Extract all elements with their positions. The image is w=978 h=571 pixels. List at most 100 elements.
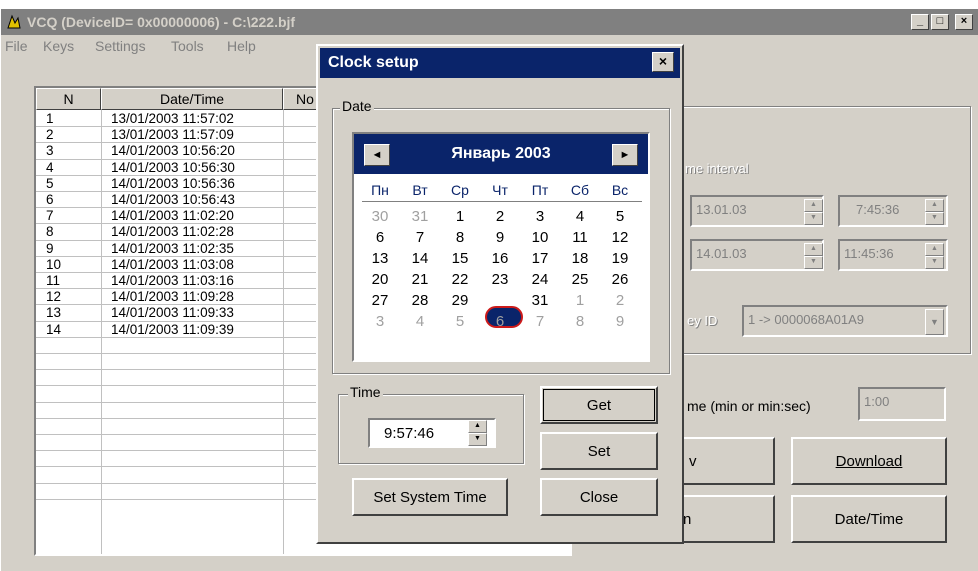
calendar-day[interactable]: 21 [402, 271, 438, 288]
calendar-day[interactable]: 13 [362, 250, 398, 267]
calendar-day[interactable]: 29 [442, 292, 478, 309]
list-cell-datetime[interactable]: 14/01/2003 11:09:33 [111, 306, 234, 320]
minimize-button[interactable]: _ [911, 14, 929, 30]
calendar-day[interactable]: 3 [522, 208, 558, 225]
calendar-day[interactable]: 8 [442, 229, 478, 246]
list-cell-datetime[interactable]: 14/01/2003 11:09:28 [111, 290, 234, 304]
menu-file[interactable]: File [5, 38, 28, 54]
dialog-title-bar[interactable]: Clock setup [320, 48, 680, 78]
list-cell-n[interactable]: 9 [46, 241, 54, 256]
to-date-spinner[interactable]: ▲ ▼ [804, 243, 823, 269]
list-cell-n[interactable]: 4 [46, 160, 54, 175]
calendar-day[interactable]: 1 [562, 292, 598, 309]
download-button[interactable]: Download [791, 437, 947, 485]
datetime-button[interactable]: Date/Time [791, 495, 947, 543]
calendar-prev-icon[interactable]: ◄ [364, 144, 390, 166]
calendar-day[interactable]: 20 [362, 271, 398, 288]
menu-settings[interactable]: Settings [95, 38, 146, 54]
list-cell-datetime[interactable]: 14/01/2003 11:09:39 [111, 322, 234, 337]
calendar-day[interactable]: 9 [602, 313, 638, 330]
calendar-day[interactable]: 5 [442, 313, 478, 330]
list-cell-n[interactable]: 13 [46, 306, 61, 320]
calendar-day[interactable]: 3 [362, 313, 398, 330]
calendar-day[interactable]: 8 [562, 313, 598, 330]
calendar-day[interactable]: 22 [442, 271, 478, 288]
calendar-day-selected[interactable]: 30 [482, 292, 518, 309]
set-system-time-button[interactable]: Set System Time [352, 478, 508, 516]
calendar-day[interactable]: 28 [402, 292, 438, 309]
month-calendar[interactable]: Январь 2003 ◄ ► Пн Вт Ср Чт Пт Сб Вс 30 31 1 2 3 4 5… [352, 132, 650, 362]
calendar-next-icon[interactable]: ► [612, 144, 638, 166]
list-cell-datetime[interactable]: 13/01/2003 11:57:09 [111, 128, 234, 142]
menu-keys[interactable]: Keys [43, 38, 74, 54]
calendar-day[interactable]: 4 [562, 208, 598, 225]
calendar-day[interactable]: 24 [522, 271, 558, 288]
list-cell-n[interactable]: 2 [46, 128, 54, 142]
calendar-day[interactable]: 25 [562, 271, 598, 288]
set-button[interactable]: Set [540, 432, 658, 470]
calendar-day[interactable]: 4 [402, 313, 438, 330]
list-cell-n[interactable]: 11 [46, 274, 60, 288]
list-cell-datetime[interactable]: 14/01/2003 10:56:30 [111, 160, 235, 175]
get-button[interactable]: Get [540, 386, 658, 424]
list-cell-n[interactable]: 8 [46, 225, 54, 239]
calendar-day[interactable]: 30 [362, 208, 398, 225]
key-id-select[interactable]: 1 -> 0000068A01A9 [742, 305, 948, 337]
calendar-day[interactable]: 14 [402, 250, 438, 267]
dialog-close-icon[interactable]: × [652, 52, 674, 72]
calendar-day[interactable]: 23 [482, 271, 518, 288]
calendar-day[interactable]: 19 [602, 250, 638, 267]
calendar-day[interactable]: 7 [522, 313, 558, 330]
main-title-bar[interactable]: VCQ (DeviceID= 0x00000006) - C:\222.bjf [1, 9, 978, 35]
list-cell-n[interactable]: 10 [46, 257, 61, 272]
list-cell-datetime[interactable]: 14/01/2003 11:03:08 [111, 257, 234, 272]
list-cell-datetime[interactable]: 14/01/2003 11:02:35 [111, 241, 234, 256]
time-spinner[interactable]: ▲ ▼ [468, 420, 487, 446]
calendar-day[interactable]: 12 [602, 229, 638, 246]
calendar-day[interactable]: 27 [362, 292, 398, 309]
calendar-day[interactable]: 26 [602, 271, 638, 288]
list-cell-datetime[interactable]: 14/01/2003 11:03:16 [111, 274, 234, 288]
calendar-day[interactable]: 9 [482, 229, 518, 246]
list-cell-n[interactable]: 14 [46, 322, 61, 337]
key-id-dropdown-arrow[interactable]: ▼ [925, 309, 944, 335]
menu-help[interactable]: Help [227, 38, 256, 54]
close-window-button[interactable]: × [955, 14, 973, 30]
list-cell-n[interactable]: 12 [46, 290, 61, 304]
calendar-day[interactable]: 16 [482, 250, 518, 267]
list-cell-datetime[interactable]: 14/01/2003 11:02:28 [111, 225, 234, 239]
to-time-spinner[interactable]: ▲ ▼ [925, 243, 944, 269]
close-button[interactable]: Close [540, 478, 658, 516]
calendar-day[interactable]: 1 [442, 208, 478, 225]
calendar-day[interactable]: 15 [442, 250, 478, 267]
calendar-day[interactable]: 31 [522, 292, 558, 309]
menu-tools[interactable]: Tools [171, 38, 204, 54]
list-cell-n[interactable]: 1 [46, 112, 54, 126]
list-cell-n[interactable]: 5 [46, 176, 54, 191]
calendar-day[interactable]: 2 [602, 292, 638, 309]
list-cell-datetime[interactable]: 14/01/2003 10:56:36 [111, 176, 235, 191]
calendar-day[interactable]: 18 [562, 250, 598, 267]
calendar-day[interactable]: 31 [402, 208, 438, 225]
calendar-month-label[interactable]: Январь 2003 [451, 145, 550, 162]
list-cell-datetime[interactable]: 13/01/2003 11:57:02 [111, 112, 234, 126]
from-time-spinner[interactable]: ▲ ▼ [925, 199, 944, 225]
list-cell-n[interactable]: 7 [46, 209, 54, 223]
maximize-button[interactable]: □ [931, 14, 949, 30]
from-date-spinner[interactable]: ▲ ▼ [804, 199, 823, 225]
list-cell-datetime[interactable]: 14/01/2003 10:56:43 [111, 193, 235, 207]
list-cell-datetime[interactable]: 14/01/2003 11:02:20 [111, 209, 234, 223]
calendar-day[interactable]: 2 [482, 208, 518, 225]
calendar-day[interactable]: 7 [402, 229, 438, 246]
calendar-day[interactable]: 6 [482, 313, 518, 330]
calendar-day[interactable]: 10 [522, 229, 558, 246]
column-header-datetime[interactable]: Date/Time [101, 88, 283, 110]
duration-field[interactable]: 1:00 [858, 387, 946, 421]
list-cell-datetime[interactable]: 14/01/2003 10:56:20 [111, 144, 235, 158]
list-cell-n[interactable]: 3 [46, 144, 54, 158]
calendar-day[interactable]: 5 [602, 208, 638, 225]
calendar-day[interactable]: 17 [522, 250, 558, 267]
list-cell-n[interactable]: 6 [46, 193, 54, 207]
calendar-day[interactable]: 6 [362, 229, 398, 246]
calendar-day[interactable]: 11 [562, 229, 598, 246]
